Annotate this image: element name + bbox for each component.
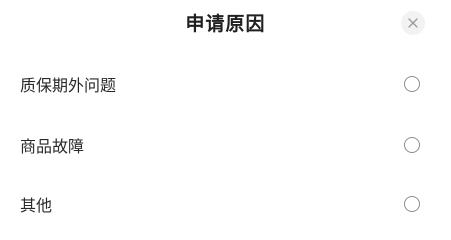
radio-button[interactable] (404, 196, 420, 212)
close-icon (408, 18, 418, 28)
sheet-header: 申请原因 (0, 0, 451, 50)
reason-option-label: 其他 (20, 196, 53, 215)
reason-option-label: 质保期外问题 (20, 76, 117, 95)
radio-button[interactable] (404, 137, 420, 153)
reason-option-other[interactable]: 其他 (0, 184, 451, 224)
close-button[interactable] (401, 11, 425, 35)
sheet-title: 申请原因 (185, 13, 266, 35)
reason-option-out-of-warranty[interactable]: 质保期外问题 (0, 64, 451, 104)
reason-option-label: 商品故障 (20, 137, 85, 156)
radio-button[interactable] (404, 76, 420, 92)
reason-sheet: 申请原因 质保期外问题 商品故障 其他 (0, 0, 451, 221)
reason-option-product-fault[interactable]: 商品故障 (0, 125, 451, 165)
